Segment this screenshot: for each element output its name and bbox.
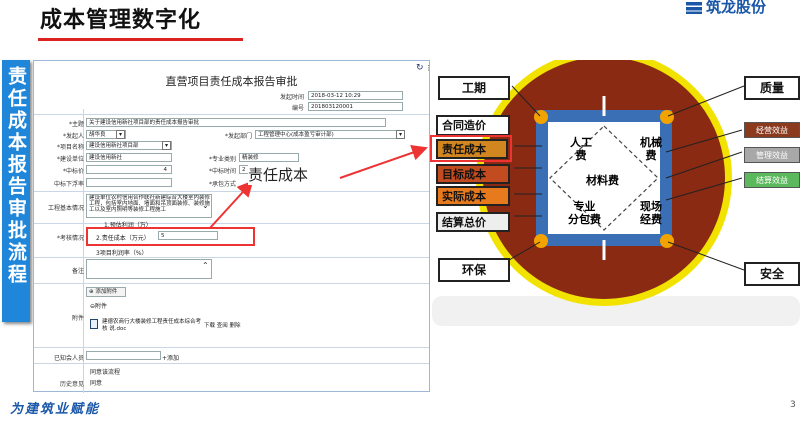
tag-schedule: 工期 <box>438 76 510 100</box>
tag-quality: 质量 <box>744 76 800 100</box>
corner-dot-bl <box>534 234 548 248</box>
tag-actual-cost: 实际成本 <box>436 186 510 206</box>
tag-responsibility-cost: 责任成本 <box>436 139 508 159</box>
corner-dot-br <box>660 234 674 248</box>
tag-settlement: 结算总价 <box>436 212 510 232</box>
status-settlement-benefit: 结算效益 <box>744 172 800 188</box>
status-business-benefit: 经营效益 <box>744 122 800 138</box>
inner-material: 材料费 <box>586 174 619 187</box>
inner-labor: 人工 费 <box>570 136 592 162</box>
inner-machine: 机械 费 <box>640 136 662 162</box>
tag-contract-price: 合同造价 <box>436 115 510 136</box>
status-management-benefit: 管理效益 <box>744 147 800 163</box>
callout-label: 责任成本 <box>248 164 309 185</box>
slide: 成本管理数字化 筑龙股份 责任成本报告审批流程 ↻ ⋮ 直营项目责任成本报告审批… <box>0 0 800 424</box>
inner-subcontract: 专业 分包费 <box>568 200 601 226</box>
footer-slogan: 为建筑业赋能 <box>10 402 101 417</box>
callout-arrow-left <box>209 180 254 229</box>
tag-target-cost: 目标成本 <box>436 164 510 184</box>
corner-dot-tr <box>660 110 674 124</box>
callout-arrow-right <box>339 145 428 179</box>
tag-safety: 安全 <box>744 262 800 286</box>
cost-diagram <box>432 60 800 326</box>
inner-site: 现场 经费 <box>640 200 662 226</box>
tag-environment: 环保 <box>438 258 510 282</box>
page-number: 3 <box>790 400 796 410</box>
